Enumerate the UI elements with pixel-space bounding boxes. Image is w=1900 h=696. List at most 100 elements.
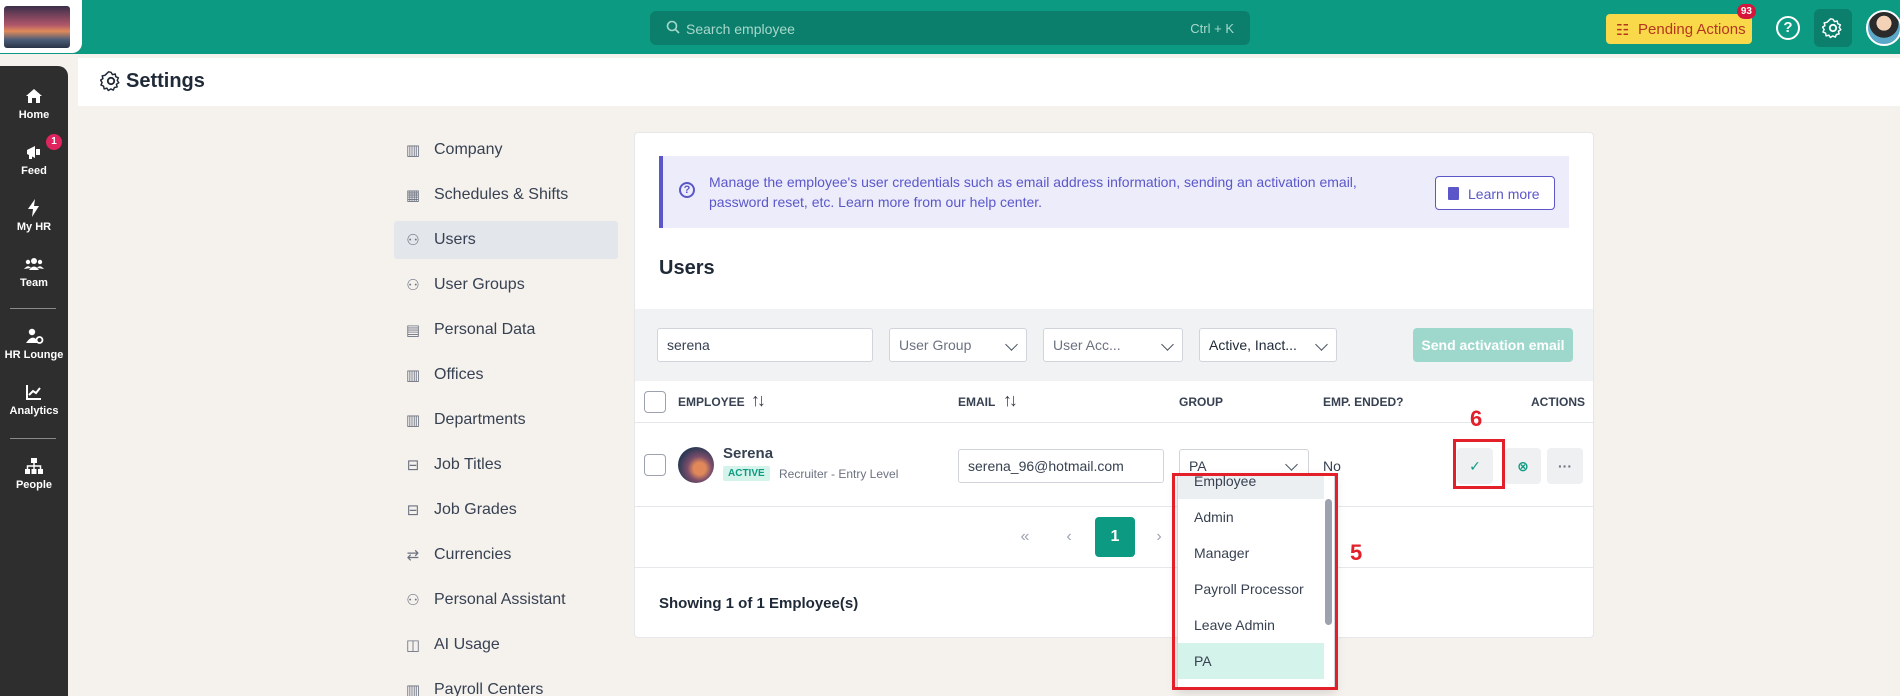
users-panel: ? Manage the employee's user credentials… <box>634 132 1594 638</box>
building-icon: ▥ <box>405 142 421 159</box>
status-filter-value: Active, Inact... <box>1209 337 1297 353</box>
settings-nav-job-titles[interactable]: ⊟ Job Titles <box>394 446 618 484</box>
chart-icon <box>26 385 41 400</box>
settings-nav-label: Currencies <box>434 546 512 563</box>
filter-bar: serena User Group User Acc... Active, In… <box>635 309 1593 381</box>
settings-nav-label: Schedules & Shifts <box>434 186 569 203</box>
briefcase-icon: ⊟ <box>406 502 420 519</box>
rail-label-team: Team <box>20 277 48 289</box>
settings-nav-personal-data[interactable]: ▤ Personal Data <box>394 311 618 349</box>
megaphone-icon <box>27 146 40 159</box>
status-filter[interactable]: Active, Inact... <box>1199 328 1337 362</box>
settings-nav-personal-assistant[interactable]: ⚇ Personal Assistant <box>394 581 618 619</box>
column-actions: ACTIONS <box>1531 395 1585 409</box>
annotation-box-5 <box>1172 473 1338 690</box>
close-circle-icon: ⊗ <box>1517 458 1529 474</box>
employee-role: Recruiter - Entry Level <box>779 467 899 481</box>
user-avatar[interactable] <box>1866 10 1900 46</box>
rail-item-analytics[interactable]: Analytics <box>0 382 68 417</box>
rail-item-my-hr[interactable]: My HR <box>0 198 68 233</box>
settings-nav-label: User Groups <box>434 276 525 293</box>
company-logo[interactable] <box>4 6 70 48</box>
settings-nav-user-groups[interactable]: ⚇ User Groups <box>394 266 618 304</box>
user-access-filter[interactable]: User Acc... <box>1043 328 1183 362</box>
cancel-button[interactable]: ⊗ <box>1505 448 1541 484</box>
email-field[interactable]: serena_96@hotmail.com <box>958 449 1164 483</box>
employee-search[interactable]: Search employee Ctrl + K <box>650 11 1250 45</box>
settings-nav-label: Personal Data <box>434 321 536 338</box>
column-employee[interactable]: EMPLOYEE <box>678 395 745 409</box>
employee-filter-input[interactable]: serena <box>657 328 873 362</box>
previous-page-button[interactable]: ‹ <box>1049 517 1089 557</box>
rail-label-my-hr: My HR <box>16 221 52 233</box>
table-row: Serena ACTIVE Recruiter - Entry Level se… <box>635 423 1593 507</box>
emp-ended-value: No <box>1323 458 1341 474</box>
rail-item-people[interactable]: People <box>0 456 68 491</box>
more-actions-button[interactable]: ··· <box>1547 448 1583 484</box>
settings-nav-schedules[interactable]: ▦ Schedules & Shifts <box>394 176 618 214</box>
settings-nav-label: Job Grades <box>434 501 517 518</box>
logo-container <box>0 0 82 53</box>
calendar-icon: ▦ <box>405 187 421 204</box>
rail-item-hr-lounge[interactable]: HR Lounge <box>0 326 68 361</box>
table-header: EMPLOYEE ↑↓ EMAIL ↑↓ GROUP EMP. ENDED? A… <box>635 381 1593 423</box>
first-page-button[interactable]: « <box>1005 517 1045 557</box>
left-navigation-rail: Home Feed 1 My HR Team HR Lounge Analyti… <box>0 66 68 696</box>
rail-item-feed[interactable]: Feed 1 <box>0 134 68 177</box>
users-icon: ⚇ <box>406 592 420 609</box>
rail-separator <box>10 308 56 309</box>
top-bar: Search employee Ctrl + K ☷ Pending Actio… <box>0 0 1900 54</box>
group-select-value: PA <box>1189 458 1207 474</box>
pending-actions-label: Pending Actions <box>1638 21 1746 38</box>
chevron-down-icon <box>1315 338 1328 351</box>
building-icon: ▥ <box>405 367 421 384</box>
user-group-filter[interactable]: User Group <box>889 328 1027 362</box>
search-placeholder: Search employee <box>686 21 795 37</box>
learn-more-label: Learn more <box>1468 186 1540 202</box>
settings-nav-company[interactable]: ▥ Company <box>394 131 618 169</box>
settings-nav-label: Company <box>434 141 503 158</box>
divider <box>635 567 1593 568</box>
rail-item-team[interactable]: Team <box>0 254 68 289</box>
building-icon: ▥ <box>405 412 421 429</box>
briefcase-icon: ⊟ <box>406 457 420 474</box>
chevron-down-icon <box>1285 458 1298 471</box>
select-all-checkbox[interactable] <box>644 391 666 413</box>
rail-separator <box>10 438 56 439</box>
page-title: Settings <box>126 70 205 92</box>
section-title: Users <box>659 257 715 279</box>
column-email[interactable]: EMAIL <box>958 395 995 409</box>
team-icon <box>24 258 44 270</box>
settings-button[interactable] <box>1814 9 1852 47</box>
settings-nav-ai-usage[interactable]: ◫ AI Usage <box>394 626 618 664</box>
users-icon: ⚇ <box>406 277 420 294</box>
settings-nav-users[interactable]: ⚇ Users <box>394 221 618 259</box>
sort-icon[interactable]: ↑↓ <box>751 390 766 411</box>
building-icon: ▥ <box>405 682 421 696</box>
settings-header: Settings <box>78 58 1900 106</box>
current-page[interactable]: 1 <box>1095 517 1135 557</box>
search-shortcut: Ctrl + K <box>1190 21 1234 36</box>
employee-name[interactable]: Serena <box>723 445 773 462</box>
chevron-down-icon <box>1005 338 1018 351</box>
settings-nav-departments[interactable]: ▥ Departments <box>394 401 618 439</box>
settings-nav-payroll-centers[interactable]: ▥ Payroll Centers <box>394 671 618 696</box>
pending-actions-button[interactable]: ☷ Pending Actions 93 <box>1606 4 1756 44</box>
help-icon[interactable]: ? <box>1776 16 1800 40</box>
user-gear-icon <box>26 328 44 344</box>
annotation-box-6 <box>1453 439 1505 489</box>
sort-icon[interactable]: ↑↓ <box>1003 390 1018 411</box>
settings-nav-label: AI Usage <box>434 636 500 653</box>
settings-nav-label: Job Titles <box>434 456 502 473</box>
send-activation-email-button[interactable]: Send activation email <box>1413 328 1573 362</box>
row-checkbox[interactable] <box>644 454 666 476</box>
settings-nav-offices[interactable]: ▥ Offices <box>394 356 618 394</box>
settings-nav-label: Departments <box>434 411 526 428</box>
settings-nav-job-grades[interactable]: ⊟ Job Grades <box>394 491 618 529</box>
rail-label-hr-lounge: HR Lounge <box>4 349 64 361</box>
rail-item-home[interactable]: Home <box>0 86 68 121</box>
results-count: Showing 1 of 1 Employee(s) <box>659 595 859 612</box>
learn-more-button[interactable]: Learn more <box>1435 176 1555 210</box>
home-icon <box>26 89 42 103</box>
settings-nav-currencies[interactable]: ⇄ Currencies <box>394 536 618 574</box>
